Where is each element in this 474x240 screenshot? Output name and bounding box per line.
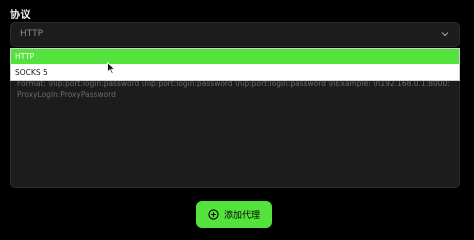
protocol-dropdown-menu: HTTP SOCKS 5	[10, 48, 460, 81]
option-socks5[interactable]: SOCKS 5	[11, 65, 459, 80]
add-proxy-label: 添加代理	[223, 211, 260, 221]
option-http[interactable]: HTTP	[11, 49, 459, 64]
chevron-down-icon	[441, 32, 449, 37]
plus-circle-icon	[208, 209, 219, 220]
protocol-select-value: HTTP	[20, 29, 44, 39]
proxy-list-textarea[interactable]: Format: \nip:port:login:password \nip:po…	[10, 70, 460, 188]
cursor-arrow-icon	[107, 62, 116, 75]
add-proxy-button[interactable]: 添加代理	[196, 201, 272, 228]
protocol-select[interactable]: HTTP	[10, 22, 460, 47]
protocol-label: 协议	[10, 10, 31, 21]
